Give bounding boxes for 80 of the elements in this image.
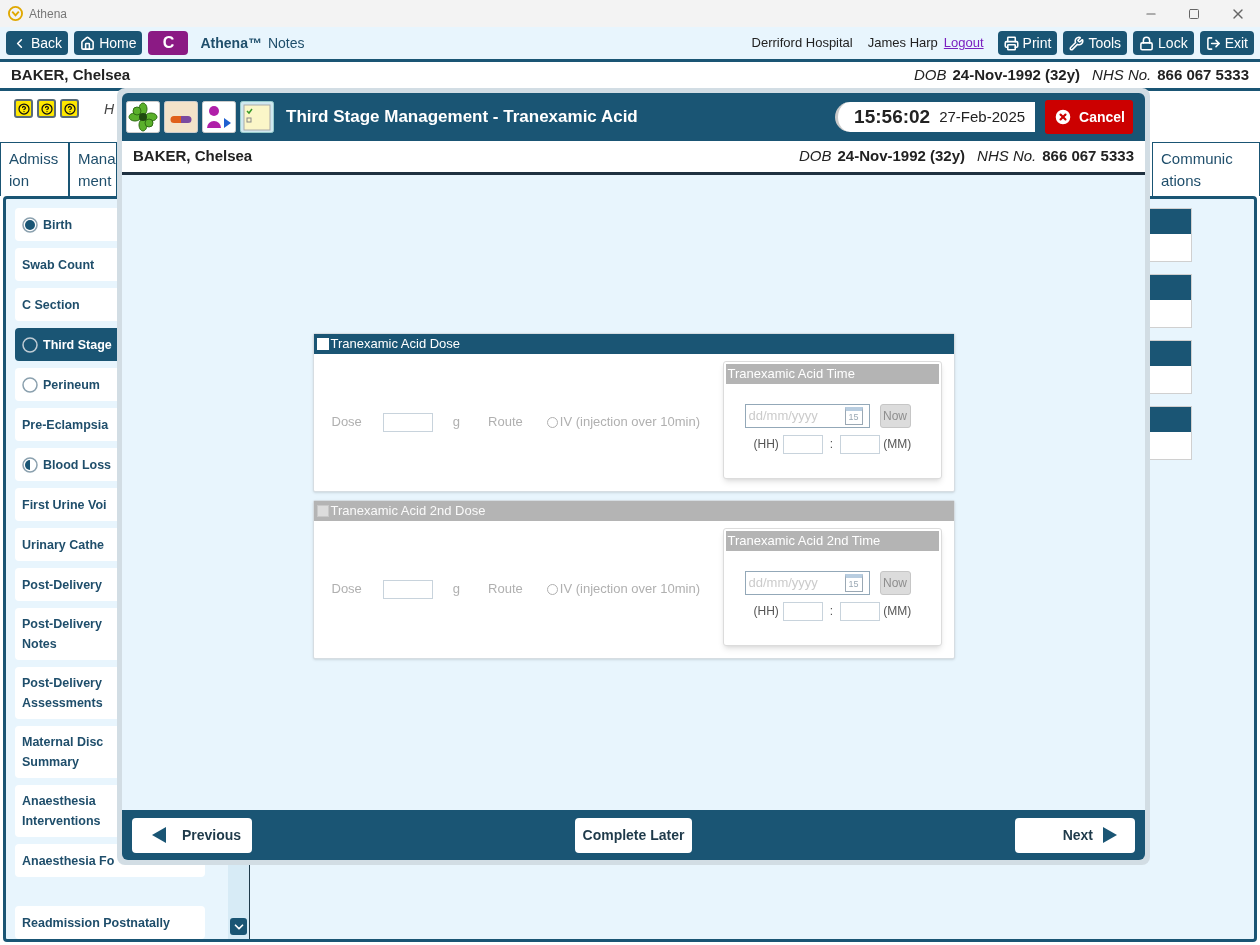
minutes-label: (MM) [883,603,912,620]
nhs-value: 866 067 5333 [1042,146,1134,167]
dose-input[interactable] [382,579,433,599]
next-button[interactable]: Next [1015,817,1135,853]
unit-label: g [452,580,461,599]
app-subtitle: Notes [267,33,305,53]
triangle-right-icon [1103,827,1117,843]
notepad-icon [240,101,274,133]
route-radio[interactable] [546,416,558,428]
maximize-icon[interactable] [1188,7,1200,20]
logout-link[interactable]: Logout [943,33,984,53]
hours-input[interactable] [782,601,823,621]
time-card-header: Tranexamic Acid 2nd Time [725,530,939,551]
dob-label: DOB [913,65,947,85]
help-icon[interactable] [14,99,33,119]
lock-button[interactable]: Lock [1133,31,1194,56]
dose-label: Dose [331,580,362,599]
info-text: H [104,100,115,120]
tools-button[interactable]: Tools [1063,31,1128,56]
dob-label: DOB [798,146,832,167]
date-text: 27-Feb-2025 [939,106,1026,127]
time-separator: : [829,603,834,620]
back-button[interactable]: Back [6,31,69,56]
time-card-header: Tranexamic Acid Time [725,363,939,384]
triangle-left-icon [152,827,166,843]
nhs-label: NHS No. [977,146,1037,167]
route-label: Route [488,413,523,432]
patient-badge[interactable]: C [148,31,189,56]
app-name: Athena™ [200,33,262,53]
route-option-label: IV (injection over 10min) [559,413,700,432]
house-icon [80,35,96,51]
dose-input[interactable] [382,412,433,432]
hospital-name: Derriford Hospital [751,34,853,53]
user-name: James Harp [867,34,938,53]
summary-card [1148,340,1192,394]
unit-label: g [452,413,461,432]
previous-button[interactable]: Previous [132,817,252,853]
print-button[interactable]: Print [997,31,1058,56]
route-option-label: IV (injection over 10min) [559,580,700,599]
dose-label: Dose [331,413,362,432]
dob-value: 24-Nov-1992 (32y) [952,65,1081,85]
panel-title: Tranexamic Acid 2nd Dose [330,501,486,520]
hours-label: (HH) [753,603,779,620]
exit-door-icon [1205,35,1221,51]
dialog-title: Third Stage Management - Tranexamic Acid [286,106,638,129]
time-separator: : [829,436,834,453]
complete-later-button[interactable]: Complete Later [574,817,693,853]
summary-card [1148,208,1192,262]
window-title: Athena [29,5,68,23]
hours-input[interactable] [782,434,823,454]
close-icon [1053,107,1074,127]
summary-card [1148,274,1192,328]
patient-name: BAKER, Chelsea [133,146,253,167]
minutes-input[interactable] [840,434,881,454]
printer-icon [1003,35,1019,51]
minutes-label: (MM) [883,436,912,453]
route-label: Route [488,580,523,599]
padlock-icon [1139,35,1155,51]
exit-button[interactable]: Exit [1199,31,1254,56]
app-logo-icon [8,6,23,22]
dob-value: 24-Nov-1992 (32y) [837,146,966,167]
scroll-down-button[interactable] [230,918,247,935]
hours-label: (HH) [753,436,779,453]
summary-card [1148,406,1192,460]
cancel-button[interactable]: Cancel [1045,100,1133,134]
calendar-icon: 15 [844,573,863,592]
nhs-value: 866 067 5333 [1157,65,1249,85]
calendar-icon: 15 [844,406,863,425]
flower-icon [126,101,160,133]
capsule-icon [164,101,198,133]
help-icon[interactable] [60,99,79,119]
minutes-input[interactable] [840,601,881,621]
time-text: 15:56:02 [854,104,931,129]
sidebar-item[interactable]: Readmission Postnatally [15,906,205,939]
panel-title: Tranexamic Acid Dose [330,334,461,353]
home-button[interactable]: Home [74,31,143,56]
patient-name: BAKER, Chelsea [11,65,131,85]
help-icon[interactable] [37,99,56,119]
wrench-icon [1069,35,1085,51]
nhs-label: NHS No. [1092,65,1152,85]
